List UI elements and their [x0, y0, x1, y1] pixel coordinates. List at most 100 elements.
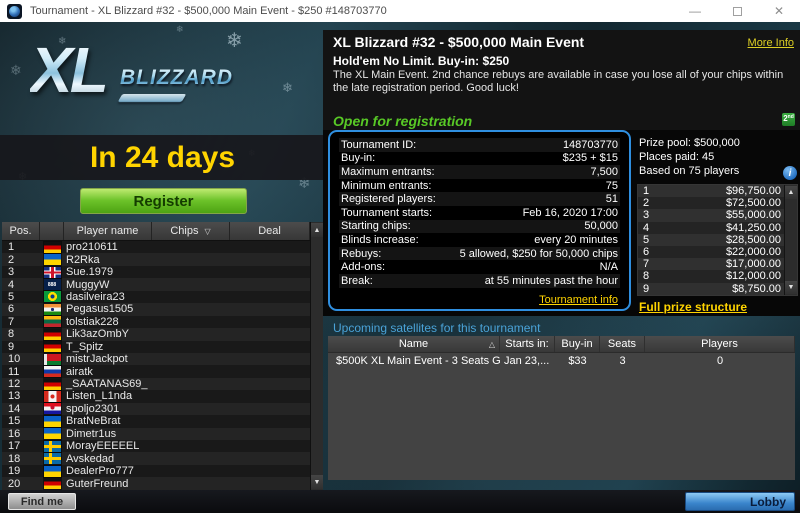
player-row[interactable]: 16Dimetr1us: [2, 428, 310, 440]
player-row[interactable]: 7tolstiak228: [2, 316, 310, 328]
info-icon[interactable]: i: [783, 166, 797, 180]
germany-flag-icon: [44, 242, 61, 253]
prize-amount: $8,750.00: [732, 283, 781, 295]
satellite-row[interactable]: $500K XL Main Event - 3 Seats GTDJan 23,…: [328, 353, 795, 369]
player-row[interactable]: 4888MuggyW: [2, 278, 310, 290]
detail-value: 5 allowed, $250 for 50,000 chips: [460, 248, 618, 260]
player-row[interactable]: 17MorayEEEEEL: [2, 440, 310, 452]
player-row[interactable]: 13Listen_L1nda: [2, 390, 310, 402]
player-name: R2Rka: [64, 254, 152, 266]
flag-cell: 888: [40, 279, 64, 290]
find-me-button[interactable]: Find me: [8, 493, 76, 510]
player-row[interactable]: 6Pegasus1505: [2, 303, 310, 315]
scroll-down-icon[interactable]: ▼: [311, 475, 323, 489]
player-row[interactable]: 20GuterFreund: [2, 477, 310, 489]
flag-cell: [40, 379, 64, 390]
player-position: 15: [2, 415, 40, 427]
column-header-sat-name[interactable]: Name△: [328, 336, 500, 352]
player-row[interactable]: 3Sue.1979: [2, 266, 310, 278]
prize-list-scrollbar[interactable]: ▲ ▼: [784, 185, 797, 295]
flag-cell: [40, 403, 64, 414]
player-row[interactable]: 8Lik3azOmbY: [2, 328, 310, 340]
snowflake-icon: [10, 62, 22, 79]
xl-logo: XL: [30, 38, 106, 102]
scroll-up-icon[interactable]: ▲: [311, 223, 323, 237]
player-row[interactable]: 5dasilveira23: [2, 291, 310, 303]
more-info-link[interactable]: More Info: [748, 37, 794, 49]
detail-row: Add-ons:N/A: [339, 260, 620, 274]
maximize-button[interactable]: [716, 0, 758, 22]
column-header-chips[interactable]: Chips▽: [152, 222, 230, 240]
column-header-sat-players[interactable]: Players: [645, 336, 795, 352]
player-table: Pos. Player name Chips▽ Deal 1pro2106112…: [2, 222, 323, 490]
player-row[interactable]: 2R2Rka: [2, 253, 310, 265]
player-name: dasilveira23: [64, 291, 152, 303]
tournament-subtitle: Hold'em No Limit. Buy-in: $250: [333, 54, 509, 68]
satellites-table-header: Name△ Starts in: Buy-in Seats Players: [328, 336, 795, 353]
player-row[interactable]: 14spoljo2301: [2, 403, 310, 415]
prize-pool-text: Prize pool: $500,000: [639, 137, 740, 149]
player-name: Dimetr1us: [64, 428, 152, 440]
sort-descending-icon: ▽: [204, 227, 210, 236]
ukraine-flag-icon: [44, 416, 61, 427]
column-header-sat-buyin[interactable]: Buy-in: [555, 336, 600, 352]
register-button[interactable]: Register: [80, 188, 247, 214]
detail-label: Maximum entrants:: [341, 166, 435, 178]
close-button[interactable]: ✕: [758, 0, 800, 22]
prize-rank: 2: [643, 197, 649, 209]
prize-rank: 1: [643, 185, 649, 197]
snowflake-icon: [176, 24, 184, 35]
germany-flag-icon: [44, 478, 61, 489]
player-row[interactable]: 10mistrJackpot: [2, 353, 310, 365]
prize-amount: $96,750.00: [726, 185, 781, 197]
based-on-text: Based on 75 players: [639, 165, 739, 177]
player-position: 12: [2, 378, 40, 390]
column-header-player-name[interactable]: Player name: [64, 222, 152, 240]
column-header-flag[interactable]: [40, 222, 64, 240]
flag-cell: [40, 428, 64, 439]
titlebar: Tournament - XL Blizzard #32 - $500,000 …: [0, 0, 800, 22]
tournament-info-link[interactable]: Tournament info: [539, 294, 618, 306]
flag-cell: [40, 466, 64, 477]
germany-flag-icon: [44, 341, 61, 352]
detail-label: Break:: [341, 275, 373, 287]
prize-row: 8$12,000.00: [638, 270, 797, 282]
tournament-title: XL Blizzard #32 - $500,000 Main Event: [333, 34, 584, 50]
logo-swoosh-decoration: [118, 94, 187, 102]
bottom-bar: Find me Lobby: [0, 490, 800, 513]
player-row[interactable]: 9T_Spitz: [2, 341, 310, 353]
player-row[interactable]: 1pro210611: [2, 241, 310, 253]
lobby-button[interactable]: Lobby: [685, 492, 795, 511]
prize-rank: 7: [643, 258, 649, 270]
player-row[interactable]: 19DealerPro777: [2, 465, 310, 477]
minimize-button[interactable]: —: [674, 0, 716, 22]
snowflake-icon: [282, 80, 293, 96]
player-name: BratNeBrat: [64, 415, 152, 427]
prize-list: 1$96,750.002$72,500.003$55,000.004$41,25…: [637, 184, 798, 296]
scroll-down-icon[interactable]: ▼: [785, 281, 797, 294]
column-header-pos[interactable]: Pos.: [2, 222, 40, 240]
player-row[interactable]: 18Avskedad: [2, 452, 310, 464]
player-name: pro210611: [64, 241, 152, 253]
ukraine-flag-icon: [44, 254, 61, 265]
scroll-up-icon[interactable]: ▲: [785, 186, 797, 199]
prize-amount: $41,250.00: [726, 222, 781, 234]
detail-row: Starting chips:50,000: [339, 220, 620, 234]
column-header-sat-starts[interactable]: Starts in:: [500, 336, 555, 352]
prize-rank: 6: [643, 246, 649, 258]
column-header-sat-seats[interactable]: Seats: [600, 336, 645, 352]
player-list-scrollbar[interactable]: ▲ ▼: [310, 222, 323, 490]
detail-value: 148703770: [563, 139, 618, 151]
prize-panel: Prize pool: $500,000 Places paid: 45 Bas…: [637, 137, 798, 317]
belarus-flag-icon: [44, 354, 61, 365]
prize-amount: $28,500.00: [726, 234, 781, 246]
prize-row: 7$17,000.00: [638, 258, 797, 270]
player-row[interactable]: 11airatk: [2, 365, 310, 377]
registration-status: Open for registration: [333, 113, 472, 129]
prize-rank: 4: [643, 222, 649, 234]
full-prize-structure-link[interactable]: Full prize structure: [639, 300, 747, 314]
column-header-deal[interactable]: Deal: [230, 222, 310, 240]
prize-rank: 3: [643, 209, 649, 221]
player-row[interactable]: 15 BratNeBrat: [2, 415, 310, 427]
player-row[interactable]: 12_SAATANAS69_: [2, 378, 310, 390]
